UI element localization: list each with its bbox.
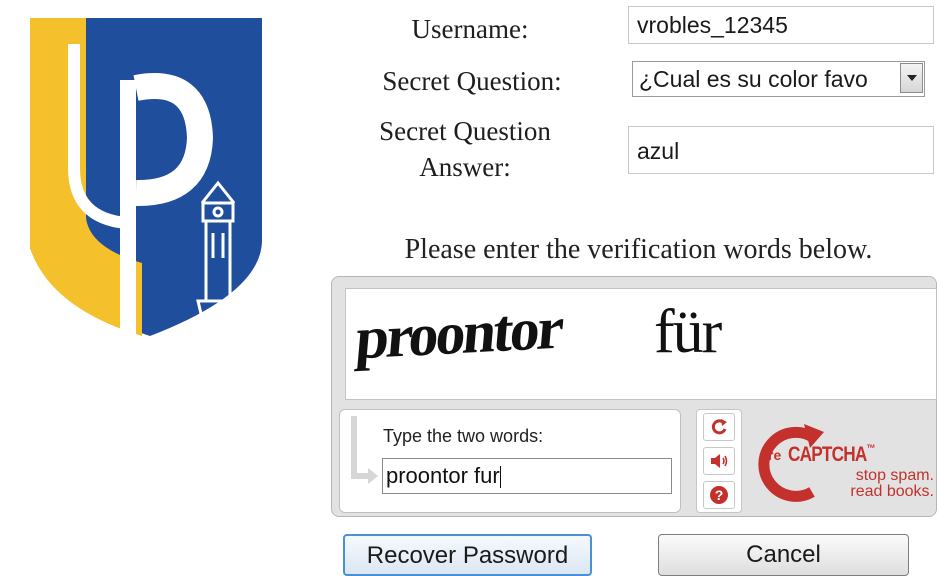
captcha-answer-input[interactable]: proontor fur — [382, 458, 672, 494]
secret-answer-label-line1: Secret Question — [379, 116, 551, 146]
chevron-down-icon[interactable] — [900, 63, 923, 93]
captcha-refresh-button[interactable] — [703, 413, 735, 441]
captcha-prompt: Type the two words: — [383, 426, 544, 446]
svg-text:?: ? — [715, 487, 724, 503]
captcha-controls: ? — [696, 409, 742, 513]
help-icon: ? — [710, 486, 728, 504]
username-field[interactable]: vrobles_12345 — [628, 6, 934, 44]
audio-icon — [711, 454, 728, 468]
recaptcha-tm: ™ — [866, 443, 875, 455]
captcha-help-button[interactable]: ? — [703, 481, 735, 509]
captcha-answer-value: proontor fur — [386, 463, 500, 488]
secret-question-label: Secret Question: — [382, 66, 562, 96]
text-cursor — [499, 466, 501, 489]
secret-answer-field[interactable]: azul — [628, 126, 934, 174]
university-logo — [30, 18, 262, 340]
secret-question-selected: ¿Cual es su color favo — [639, 66, 868, 92]
shield-logo-icon — [30, 18, 262, 336]
recaptcha-tagline-1: stop spam. — [855, 467, 934, 484]
recaptcha-tagline-2: read books. — [850, 483, 934, 500]
recaptcha-name: CAPTCHA — [788, 443, 867, 466]
captcha-image: proontor für — [345, 288, 937, 400]
captcha-word-1: proontor — [353, 294, 564, 372]
recaptcha-re: re — [768, 447, 782, 463]
refresh-icon — [711, 419, 727, 435]
captcha-input-panel: Type the two words: proontor fur — [339, 409, 681, 513]
secret-question-select[interactable]: ¿Cual es su color favo — [632, 61, 925, 97]
secret-answer-label-line2: Answer: — [419, 152, 511, 182]
return-arrow-icon — [351, 416, 378, 484]
recaptcha-branding: re CAPTCHA™ stop spam. read books. — [752, 416, 934, 512]
captcha-instruction: Please enter the verification words belo… — [404, 234, 873, 265]
cancel-button[interactable]: Cancel — [658, 534, 909, 576]
captcha-audio-button[interactable] — [703, 447, 735, 475]
username-label: Username: — [411, 14, 529, 44]
captcha-word-2: für — [654, 298, 722, 366]
recover-password-button[interactable]: Recover Password — [343, 534, 592, 576]
